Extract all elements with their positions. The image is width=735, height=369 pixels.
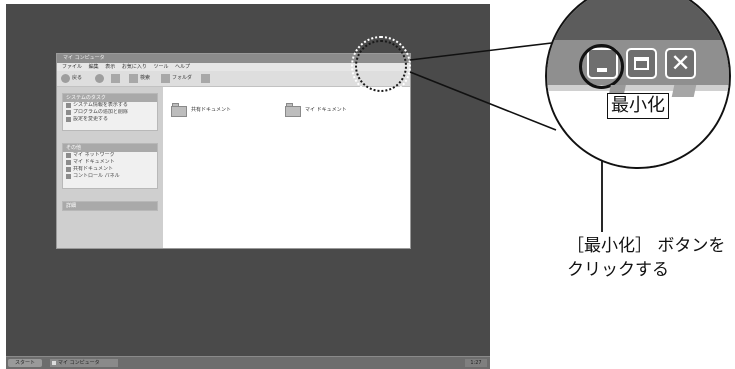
panel-title[interactable]: 詳細 [63, 202, 157, 210]
instruction-caption: ［最小化］ ボタンを クリックする [567, 234, 725, 282]
taskbar-item[interactable]: マイ コンピュータ [50, 359, 118, 367]
magnified-close-button[interactable]: ✕ [665, 48, 696, 79]
minimize-tooltip: 最小化 [607, 93, 669, 119]
task-pane: システムのタスク システム情報を表示する プログラムの追加と削除 設定を変更する… [57, 87, 163, 248]
folder-label[interactable]: 共有ドキュメント [191, 107, 231, 114]
window-title: マイ コンピュータ [63, 55, 105, 61]
caption-line-1: ［最小化］ ボタンを [567, 236, 726, 256]
menu-edit[interactable]: 編集 [89, 64, 99, 70]
folder-icon [671, 85, 697, 97]
panel-title[interactable]: システムのタスク [63, 94, 157, 102]
back-label[interactable]: 戻る [72, 74, 82, 83]
menu-help[interactable]: ヘルプ [175, 64, 190, 70]
menu-view[interactable]: 表示 [105, 64, 115, 70]
task-link[interactable]: システム情報を表示する [63, 102, 157, 109]
menu-tools[interactable]: ツール [153, 64, 168, 70]
details-panel: 詳細 [62, 201, 158, 211]
folder-label[interactable]: マイ ドキュメント [305, 107, 347, 114]
place-link[interactable]: マイ ネットワーク [63, 152, 157, 159]
task-link[interactable]: プログラムの追加と削除 [63, 109, 157, 116]
system-tasks-panel: システムのタスク システム情報を表示する プログラムの追加と削除 設定を変更する [62, 93, 158, 131]
other-places-panel: その他 マイ ネットワーク マイ ドキュメント 共有ドキュメント コントロール … [62, 143, 158, 189]
caption-line-2: クリックする [567, 260, 669, 280]
system-tray-clock: 1:27 [465, 359, 487, 367]
start-button[interactable]: スタート [8, 359, 42, 367]
taskbar: スタート マイ コンピュータ 1:27 [6, 356, 490, 369]
close-icon: ✕ [670, 49, 691, 77]
place-link[interactable]: 共有ドキュメント [63, 166, 157, 173]
magnified-maximize-button[interactable] [626, 48, 657, 79]
folder-icon[interactable] [285, 103, 301, 117]
minimize-highlight-ring [579, 44, 624, 89]
maximize-icon [634, 57, 649, 70]
folder-icon [609, 85, 626, 93]
forward-arrow-icon[interactable] [95, 74, 104, 83]
folder-icon[interactable] [171, 103, 187, 117]
folders-label[interactable]: フォルダ [172, 74, 192, 83]
menu-file[interactable]: ファイル [62, 64, 82, 70]
back-arrow-icon[interactable] [61, 74, 70, 83]
content-area: 共有ドキュメント マイ ドキュメント [163, 87, 410, 248]
task-link[interactable]: 設定を変更する [63, 116, 157, 123]
place-link[interactable]: コントロール パネル [63, 173, 157, 180]
magnified-view: ✕ 最小化 [545, 0, 731, 169]
panel-title[interactable]: その他 [63, 144, 157, 152]
up-folder-icon[interactable] [111, 74, 120, 83]
views-icon[interactable] [201, 74, 210, 83]
place-link[interactable]: マイ ドキュメント [63, 159, 157, 166]
folders-icon[interactable] [161, 74, 170, 83]
search-icon[interactable] [129, 74, 138, 83]
search-label[interactable]: 検索 [140, 74, 150, 83]
highlight-circle-inner [355, 40, 407, 92]
menu-favorites[interactable]: お気に入り [122, 64, 147, 70]
